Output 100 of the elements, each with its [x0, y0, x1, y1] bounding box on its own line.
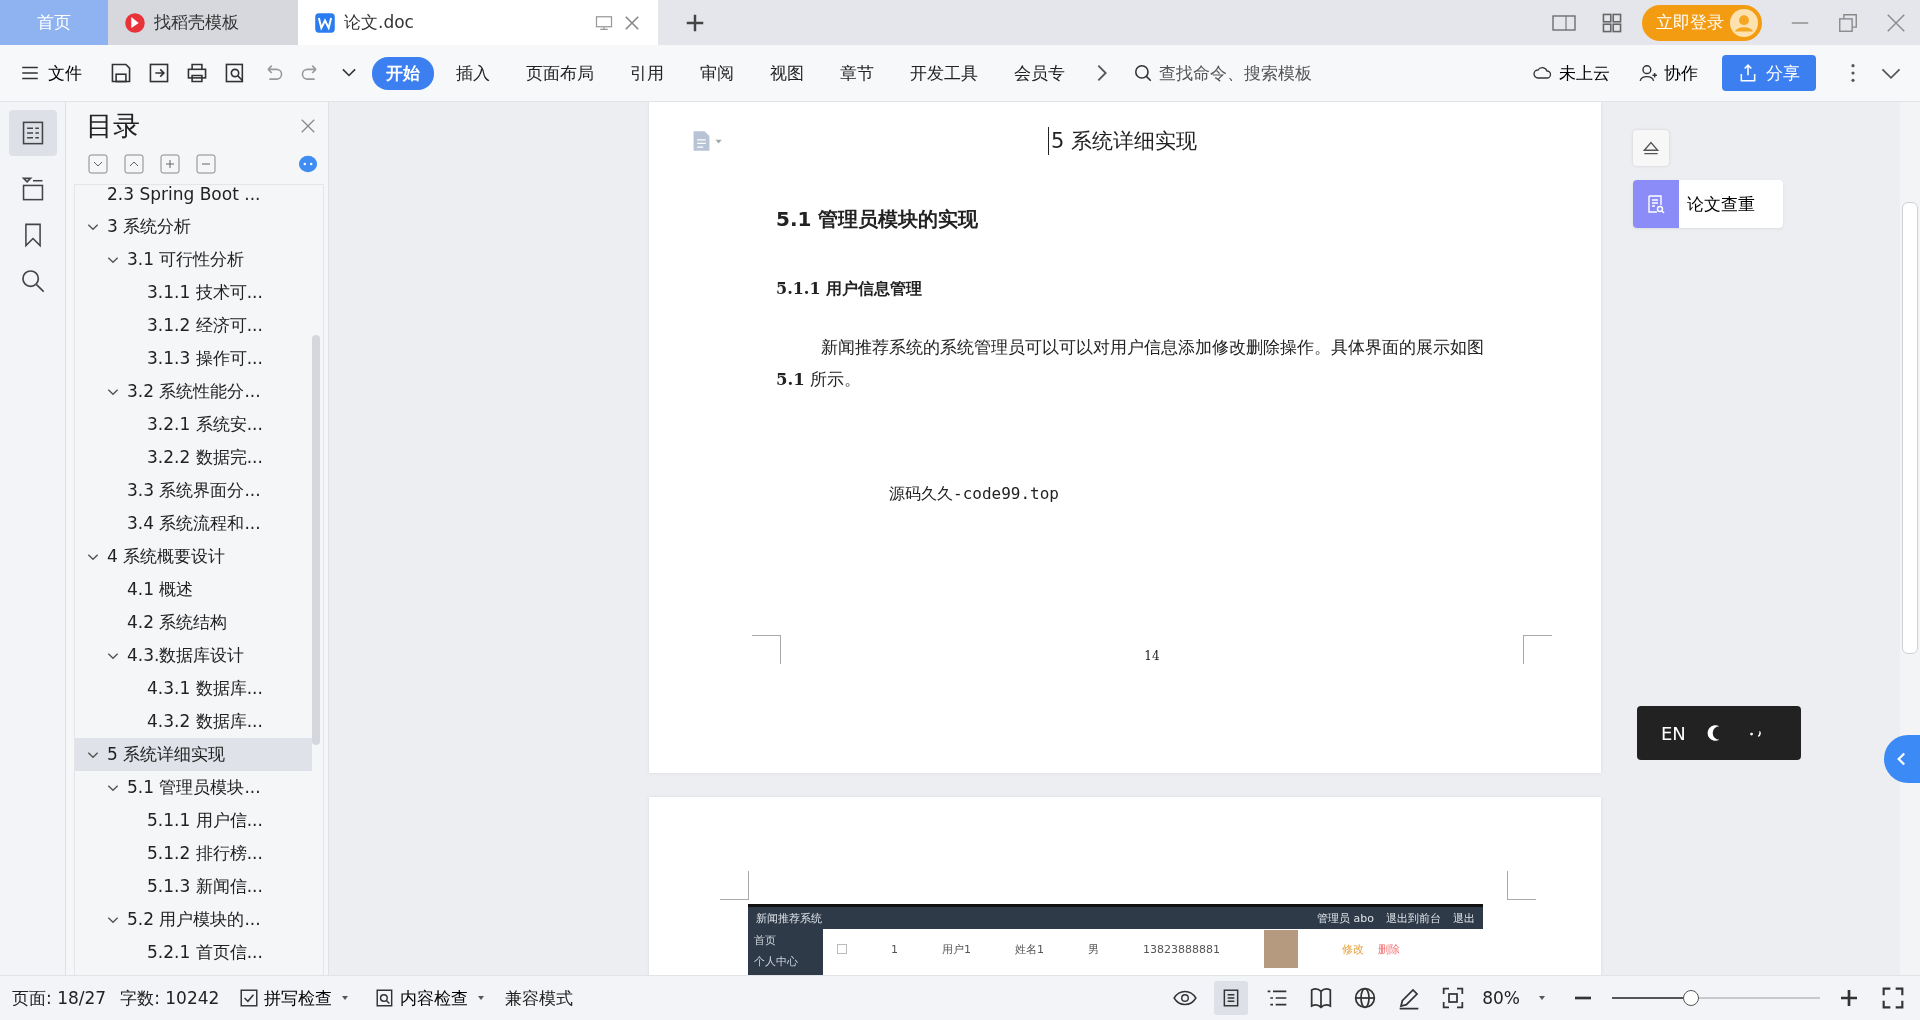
- toc-item[interactable]: 3.1 可行性分析: [75, 243, 312, 276]
- writer-logo-icon: [314, 11, 336, 34]
- app-title: 新闻推荐系统: [756, 910, 822, 926]
- language-indicator[interactable]: EN: [1661, 722, 1686, 744]
- scrollbar-thumb[interactable]: [312, 335, 320, 745]
- toc-item[interactable]: 3.3 系统界面分...: [75, 474, 312, 507]
- fit-page-icon[interactable]: [1441, 986, 1466, 1010]
- ribbon-tab[interactable]: 开发工具: [896, 56, 992, 90]
- crop-mark: [720, 871, 749, 900]
- print-preview-icon[interactable]: [224, 62, 246, 84]
- source-note: 源码久久-code99.top: [889, 484, 1060, 505]
- print-icon[interactable]: [186, 62, 208, 84]
- caret-icon: [341, 994, 350, 1002]
- subsection-heading: 5.1.1 用户信息管理: [776, 279, 924, 300]
- toc-item[interactable]: 4 系统概要设计: [75, 540, 312, 573]
- ribbon-tab[interactable]: 审阅: [686, 56, 748, 90]
- ribbon-tab[interactable]: 页面布局: [512, 56, 608, 90]
- compatibility-mode[interactable]: 兼容模式: [505, 986, 574, 1010]
- user-icon: [1638, 63, 1658, 83]
- slider-thumb[interactable]: [1683, 990, 1700, 1006]
- restore-icon[interactable]: [1836, 11, 1860, 34]
- content-check-button[interactable]: 内容检查: [369, 985, 492, 1011]
- plagiarism-check-button[interactable]: 论文查重: [1633, 180, 1783, 228]
- document-tab[interactable]: 找稻壳模板: [108, 0, 298, 45]
- table-cell: 1: [891, 942, 898, 956]
- word-count[interactable]: 字数: 10242: [120, 986, 220, 1010]
- toc-item[interactable]: 4.3.数据库设计: [75, 639, 312, 672]
- ribbon-tab[interactable]: 引用: [616, 56, 678, 90]
- toc-item[interactable]: 5.1.3 新闻信...: [75, 870, 312, 903]
- zoom-level[interactable]: 80%: [1482, 988, 1520, 1008]
- section-heading: 5.1 管理员模块的实现: [776, 206, 980, 233]
- table-cell: 用户1: [942, 941, 971, 957]
- ribbon-tab[interactable]: 章节: [826, 56, 888, 90]
- toc-item[interactable]: 3.1.1 技术可...: [75, 276, 312, 309]
- share-button[interactable]: 分享: [1722, 55, 1816, 91]
- collapse-panel-button[interactable]: [1633, 130, 1669, 166]
- toc-item[interactable]: 5.2.1 首页信...: [75, 936, 312, 969]
- spell-check-button[interactable]: 拼写检查: [233, 985, 356, 1011]
- toc-item[interactable]: 5 系统详细实现: [75, 738, 312, 771]
- toc-item[interactable]: 4.2 系统结构: [75, 606, 312, 639]
- photo-placeholder: [1264, 930, 1298, 968]
- page-view-button[interactable]: [1214, 981, 1249, 1015]
- document-search-icon: [1646, 194, 1666, 214]
- grid-icon[interactable]: [1600, 11, 1624, 34]
- page-number: 14: [1144, 649, 1160, 663]
- toc-item[interactable]: 5.1.2 排行榜...: [75, 837, 312, 870]
- toc-item[interactable]: 5.1.1 用户信...: [75, 804, 312, 837]
- collaborate-button[interactable]: 协作: [1632, 60, 1704, 86]
- more-options-icon[interactable]: [298, 154, 318, 174]
- toc-item[interactable]: 3.4 系统流程和...: [75, 507, 312, 540]
- toc-item[interactable]: 3.1.2 经济可...: [75, 309, 312, 342]
- toc-item[interactable]: 4.1 概述: [75, 573, 312, 606]
- toc-item[interactable]: 3.1.3 操作可...: [75, 342, 312, 375]
- caret-icon[interactable]: [1538, 994, 1546, 1002]
- ribbon-tab[interactable]: 视图: [756, 56, 818, 90]
- toc-item[interactable]: 4.3.1 数据库...: [75, 672, 312, 705]
- row-action: 删除: [1378, 941, 1400, 957]
- zoom-slider[interactable]: [1612, 989, 1820, 1007]
- check-box-icon: [239, 988, 260, 1008]
- toc-item[interactable]: 3.2.1 系统安...: [75, 408, 312, 441]
- toc-item[interactable]: 5.2 用户模块的...: [75, 903, 312, 936]
- scrollbar-thumb[interactable]: [1902, 202, 1918, 654]
- search-icon: [1133, 63, 1153, 83]
- docer-logo-icon: [124, 11, 146, 34]
- document-tab[interactable]: 论文.doc: [298, 0, 658, 45]
- toc-item[interactable]: 5.1 管理员模块...: [75, 771, 312, 804]
- ribbon-tab[interactable]: 会员专: [1000, 56, 1079, 90]
- table-cell: 姓名1: [1015, 941, 1044, 957]
- body-paragraph: 新闻推荐系统的系统管理员可以可以对用户信息添加修改删除操作。具体界面的展示如图 5.1 所示。: [776, 337, 1485, 391]
- search-icon[interactable]: [19, 268, 46, 294]
- search-field[interactable]: 查找命令、搜索模板: [1133, 62, 1351, 84]
- file-menu-button[interactable]: 文件: [14, 60, 88, 86]
- page-header: 5 系统详细实现: [1048, 127, 1198, 155]
- save-icon[interactable]: [110, 62, 132, 84]
- toc-item[interactable]: 3 系统分析: [75, 210, 312, 243]
- book-icon[interactable]: [1309, 986, 1334, 1010]
- row-action: 修改: [1342, 941, 1364, 957]
- toc-item[interactable]: 3.2 系统性能分...: [75, 375, 312, 408]
- globe-icon[interactable]: [1353, 986, 1378, 1010]
- expand-side-tab[interactable]: [1884, 735, 1920, 783]
- crop-mark: [752, 635, 781, 664]
- page-count[interactable]: 页面: 18/27: [12, 986, 107, 1010]
- cloud-button[interactable]: 未上云: [1527, 60, 1616, 86]
- input-method-bar[interactable]: EN: [1637, 706, 1801, 760]
- toc-item[interactable]: 4.3.2 数据库...: [75, 705, 312, 738]
- ribbon-tab[interactable]: 开始: [372, 56, 434, 90]
- share-icon: [1738, 63, 1758, 83]
- toc-item[interactable]: 3.2.2 数据完...: [75, 441, 312, 474]
- export-icon[interactable]: [148, 62, 170, 84]
- caret-icon: [477, 994, 486, 1002]
- outline-panel-button[interactable]: [8, 110, 57, 156]
- crop-mark: [1523, 635, 1552, 664]
- table-cell: 13823888881: [1143, 942, 1220, 956]
- crop-mark: [1507, 871, 1536, 900]
- panel-title: 目录: [86, 109, 140, 143]
- avatar-icon: [1730, 8, 1758, 37]
- fullscreen-icon[interactable]: [1881, 986, 1905, 1010]
- table-cell: 男: [1088, 941, 1099, 957]
- toc-item[interactable]: 2.3 Spring Boot ...: [75, 185, 312, 210]
- ribbon-tab[interactable]: 插入: [442, 56, 504, 90]
